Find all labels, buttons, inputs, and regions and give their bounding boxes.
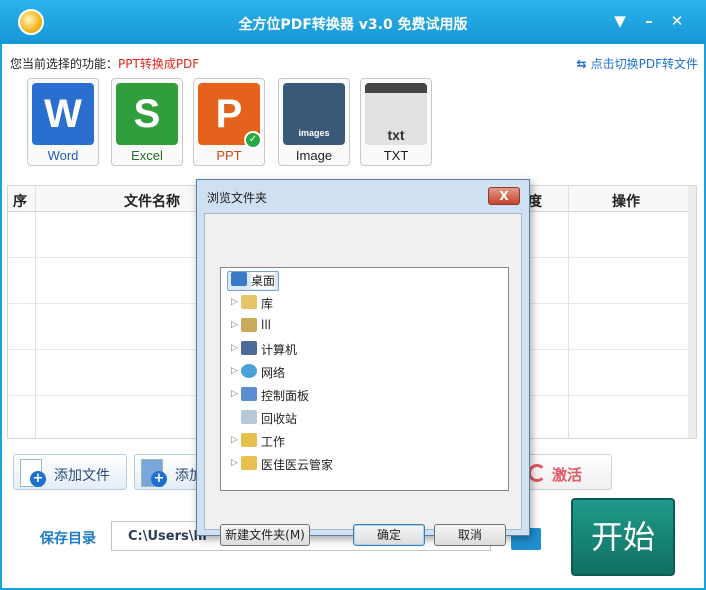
format-txt-button[interactable]: txt TXT [360, 78, 432, 166]
library-icon [241, 295, 257, 309]
recycle-bin-icon [241, 410, 257, 424]
tree-node-desktop[interactable]: 桌面 [221, 270, 508, 291]
swap-arrows-icon: ⇆ [576, 57, 587, 71]
tree-node-label: 桌面 [251, 272, 276, 289]
tree-node-recycle-bin[interactable]: 回收站 [221, 408, 508, 428]
checkmark-icon: ✓ [244, 131, 262, 149]
column-header: 度 [528, 194, 542, 210]
format-label: Excel [131, 148, 163, 163]
control-panel-icon [241, 387, 257, 401]
tree-node-label: 医佳医云管家 [261, 458, 334, 472]
column-header: 操作 [612, 194, 640, 210]
tree-node-library[interactable]: ▷ 库 [221, 293, 508, 313]
dialog-close-button[interactable]: X [488, 187, 520, 205]
format-excel-button[interactable]: S Excel [111, 78, 183, 166]
network-icon [241, 364, 257, 378]
format-label: PPT [216, 148, 242, 163]
expand-arrow-icon: ▷ [231, 320, 238, 330]
column-divider [568, 186, 569, 438]
format-label: TXT [383, 148, 409, 163]
tree-node-user[interactable]: ▷ lll [221, 316, 508, 336]
column-header: 文件名称 [124, 194, 180, 210]
tree-node-label: 工作 [261, 435, 286, 449]
plus-icon: + [151, 471, 167, 487]
column-divider [35, 186, 36, 438]
table-scrollbar[interactable] [688, 186, 696, 438]
tree-node-label: 计算机 [261, 343, 298, 357]
start-button[interactable]: 开始 [571, 498, 675, 576]
activate-button[interactable]: 激活 [521, 454, 612, 490]
tree-node-computer[interactable]: ▷ 计算机 [221, 339, 508, 359]
image-icon: images [283, 83, 345, 145]
format-image-button[interactable]: images Image [278, 78, 350, 166]
activate-icon [528, 464, 546, 482]
folder-icon [241, 456, 257, 470]
column-header: 序 [13, 194, 27, 210]
close-button[interactable]: ✕ [666, 10, 688, 32]
function-value: PPT转换成PDF [118, 57, 200, 71]
expand-arrow-icon: ▷ [231, 343, 238, 353]
tree-node-label: 回收站 [261, 412, 298, 426]
minimize-button[interactable]: – [638, 10, 660, 32]
txt-icon: txt [365, 83, 427, 145]
tree-node-work[interactable]: ▷ 工作 [221, 431, 508, 451]
tree-node-label: lll [261, 318, 272, 332]
add-file-label: 添加文件 [54, 468, 110, 484]
app-title: 全方位PDF转换器 v3.0 免费试用版 [238, 17, 468, 33]
ok-button[interactable]: 确定 [353, 524, 425, 546]
add-folder-button[interactable]: + 添加 [134, 454, 204, 490]
expand-arrow-icon: ▷ [231, 389, 238, 399]
computer-icon [241, 341, 257, 355]
tree-node-label: 库 [261, 297, 274, 311]
user-folder-icon [241, 318, 257, 332]
tree-node-network[interactable]: ▷ 网络 [221, 362, 508, 382]
expand-arrow-icon: ▷ [231, 366, 238, 376]
switch-mode-link[interactable]: ⇆ 点击切换PDF转文件 [577, 55, 698, 72]
word-icon: W [32, 83, 94, 145]
folder-icon [241, 433, 257, 447]
folder-tree[interactable]: 桌面 ▷ 库 ▷ lll ▷ 计算机 ▷ 网络 ▷ 控制面板 回收站 ▷ 工作 … [220, 267, 509, 491]
dialog-title: 浏览文件夹 [207, 191, 268, 205]
save-dir-label: 保存目录 [40, 531, 96, 547]
format-word-button[interactable]: W Word [27, 78, 99, 166]
tree-node-label: 网络 [261, 366, 286, 380]
switch-link-label: 点击切换PDF转文件 [590, 57, 698, 71]
cancel-button[interactable]: 取消 [434, 524, 506, 546]
expand-arrow-icon: ▷ [231, 435, 238, 445]
dialog-body: 桌面 ▷ 库 ▷ lll ▷ 计算机 ▷ 网络 ▷ 控制面板 回收站 ▷ 工作 … [204, 213, 522, 546]
tree-node-yijia[interactable]: ▷ 医佳医云管家 [221, 454, 508, 474]
expand-arrow-icon: ▷ [231, 458, 238, 468]
activate-label: 激活 [552, 466, 583, 484]
format-label: Word [47, 148, 79, 163]
tree-node-label: 控制面板 [261, 389, 310, 403]
new-folder-button[interactable]: 新建文件夹(M) [220, 524, 310, 546]
expand-arrow-icon: ▷ [231, 297, 238, 307]
tree-node-control-panel[interactable]: ▷ 控制面板 [221, 385, 508, 405]
function-bar: 您当前选择的功能：PPT转换成PDF [10, 55, 199, 72]
format-label: Image [295, 148, 333, 163]
plus-icon: + [30, 471, 46, 487]
browse-folder-dialog: 浏览文件夹 X 桌面 ▷ 库 ▷ lll ▷ 计算机 ▷ 网络 ▷ 控制面板 回… [196, 179, 530, 546]
format-ppt-button[interactable]: P ✓ PPT [193, 78, 265, 166]
function-label: 您当前选择的功能： [10, 57, 119, 71]
dropdown-icon[interactable]: ▼ [609, 10, 631, 32]
add-file-button[interactable]: + 添加文件 [13, 454, 127, 490]
desktop-icon [231, 272, 247, 286]
title-bar: 全方位PDF转换器 v3.0 免费试用版 ▼ – ✕ [0, 0, 706, 44]
excel-icon: S [116, 83, 178, 145]
